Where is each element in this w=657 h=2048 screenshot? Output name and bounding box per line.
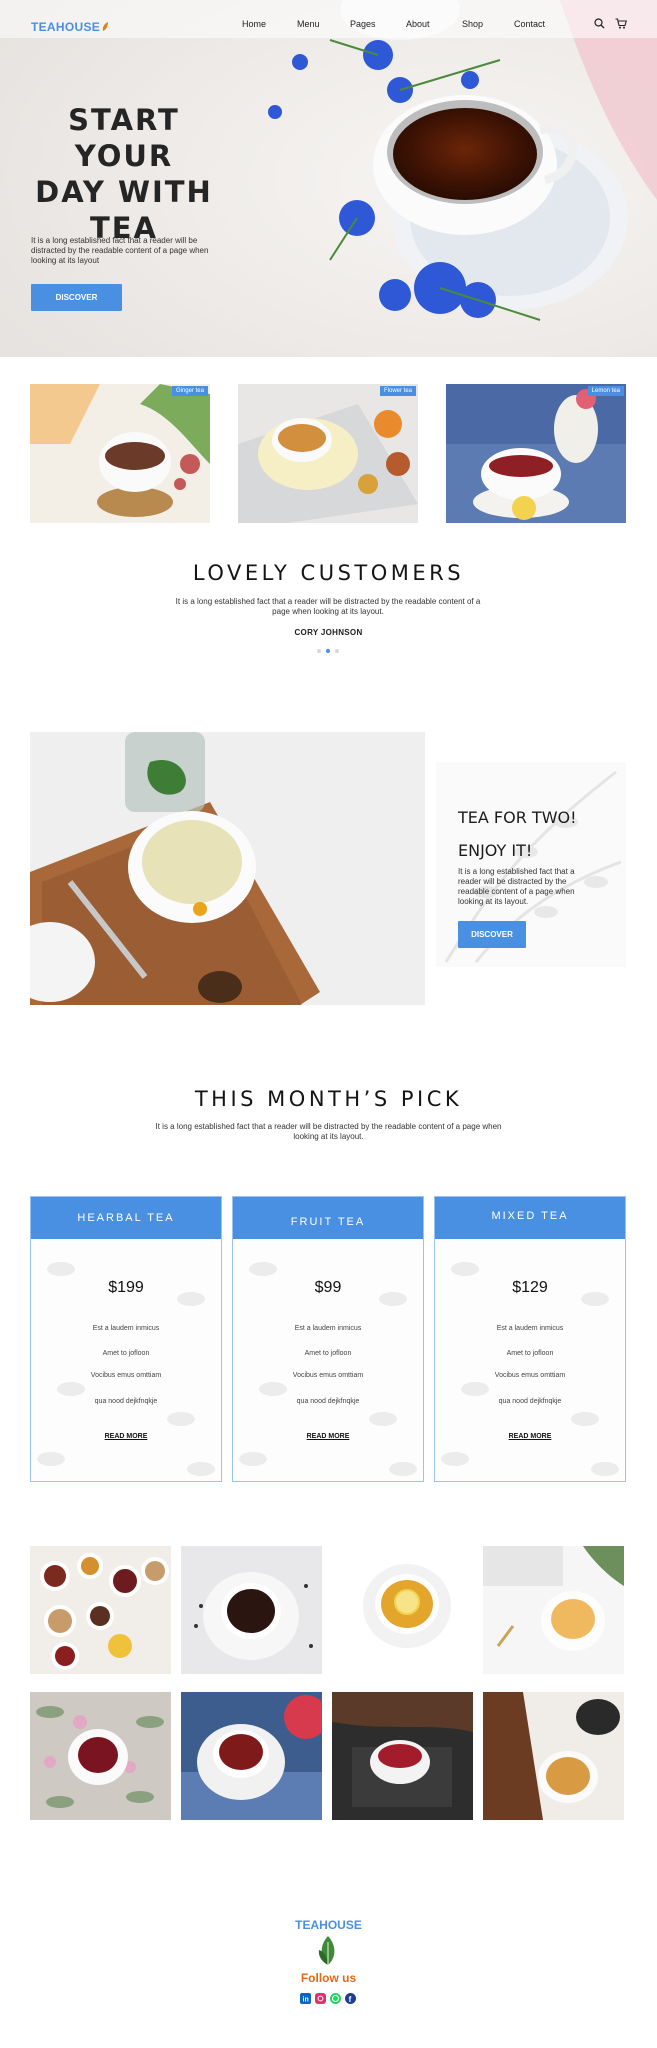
social-links: in f [300,1993,356,2004]
price-feature: Vocibus emus omttiam [90,1372,162,1379]
price-value: $199 [108,1279,144,1296]
category-tag: Flower tea [379,386,416,396]
read-more-link[interactable]: READ MORE [31,1433,221,1440]
brand-logo[interactable]: TEAHOUSE [31,20,109,34]
search-icon[interactable] [594,18,605,29]
price-feature: Vocibus emus omttiam [494,1372,566,1379]
gallery-image[interactable] [181,1546,322,1674]
follow-us-label: Follow us [300,1971,357,1985]
price-value: $129 [512,1279,548,1296]
hero-discover-button[interactable]: DISCOVER [31,284,122,311]
promo-discover-button[interactable]: DISCOVER [458,921,526,948]
customers-text: It is a long established fact that a rea… [175,597,481,616]
category-tag: Lemon tea [587,386,624,396]
gallery-image[interactable] [30,1546,171,1674]
price-feature: Est a laudem inmicus [92,1325,160,1332]
leaf-icon [102,22,109,31]
whatsapp-icon[interactable] [330,1993,341,2004]
price-feature: qua nood dejkfnqkje [498,1398,562,1405]
leaf-pattern [441,1262,619,1476]
price-card-title: FRUIT TEA [233,1197,423,1239]
nav-pages[interactable]: Pages [350,19,376,29]
customers-title: LOVELY CUSTOMERS [192,561,465,585]
gallery-image[interactable] [483,1546,624,1674]
nav-home[interactable]: Home [242,19,266,29]
gallery-image[interactable] [483,1692,624,1820]
gallery-image[interactable] [332,1546,473,1674]
price-feature: Amet to jofloon [304,1350,352,1357]
leaf-pattern [37,1262,215,1476]
linkedin-icon[interactable]: in [300,1993,311,2004]
category-tag: Ginger tea [171,386,208,396]
price-feature: qua nood dejkfnqkje [296,1398,360,1405]
leaf-pattern [239,1262,417,1476]
customer-name: CORY JOHNSON [294,628,363,637]
price-card-mixed[interactable]: MIXED TEA $129 Est a laudem inmicus Amet… [434,1196,626,1482]
read-more-link[interactable]: READ MORE [233,1433,423,1440]
price-card-title: MIXED TEA [435,1197,625,1239]
category-card-lemon[interactable]: Lemon tea [446,384,626,523]
svg-text:in: in [303,1997,309,2004]
price-card-title: HEARBAL TEA [31,1197,221,1239]
carousel-dot-3[interactable] [335,649,339,653]
read-more-link[interactable]: READ MORE [435,1433,625,1440]
price-feature: Amet to jofloon [506,1350,554,1357]
promo-image [30,732,425,1005]
nav-about[interactable]: About [406,19,430,29]
footer-brand: TEAHOUSE [295,1918,362,1932]
svg-text:f: f [349,1995,352,2004]
price-feature: Est a laudem inmicus [496,1325,564,1332]
promo-text: It is a long established fact that a rea… [458,867,575,906]
gallery-image[interactable] [30,1692,171,1820]
promo-line-2: ENJOY IT! [458,841,533,860]
price-feature: Amet to jofloon [102,1350,150,1357]
cart-icon[interactable] [615,18,627,29]
price-value: $99 [314,1279,342,1296]
promo-line-1: TEA FOR TWO! [458,808,577,827]
leaf-logo-icon [318,1936,335,1965]
pick-text: It is a long established fact that a rea… [155,1122,502,1141]
pick-title: THIS MONTH’S PICK [194,1087,463,1111]
price-card-fruit[interactable]: FRUIT TEA $99 Est a laudem inmicus Amet … [232,1196,424,1482]
flower-tea-image [238,384,418,523]
carousel-dot-1[interactable] [317,649,321,653]
hero-title: START YOUR DAY WITH TEA [35,103,213,245]
category-card-flower[interactable]: Flower tea [238,384,418,523]
nav-shop[interactable]: Shop [462,19,483,29]
hero-description: It is a long established fact that a rea… [31,236,209,265]
carousel-dot-2[interactable] [326,649,330,653]
facebook-icon[interactable]: f [345,1993,356,2004]
price-card-herbal[interactable]: HEARBAL TEA $199 Est a laudem inmicus Am… [30,1196,222,1482]
price-feature: Vocibus emus omttiam [292,1372,364,1379]
instagram-icon[interactable] [315,1993,326,2004]
gallery-image[interactable] [181,1692,322,1820]
ginger-tea-image [30,384,210,523]
lemon-tea-image [446,384,626,523]
gallery-image[interactable] [332,1692,473,1820]
nav-menu[interactable]: Menu [297,19,320,29]
price-feature: qua nood dejkfnqkje [94,1398,158,1405]
nav-contact[interactable]: Contact [514,19,545,29]
category-card-ginger[interactable]: Ginger tea [30,384,210,523]
price-feature: Est a laudem inmicus [294,1325,362,1332]
